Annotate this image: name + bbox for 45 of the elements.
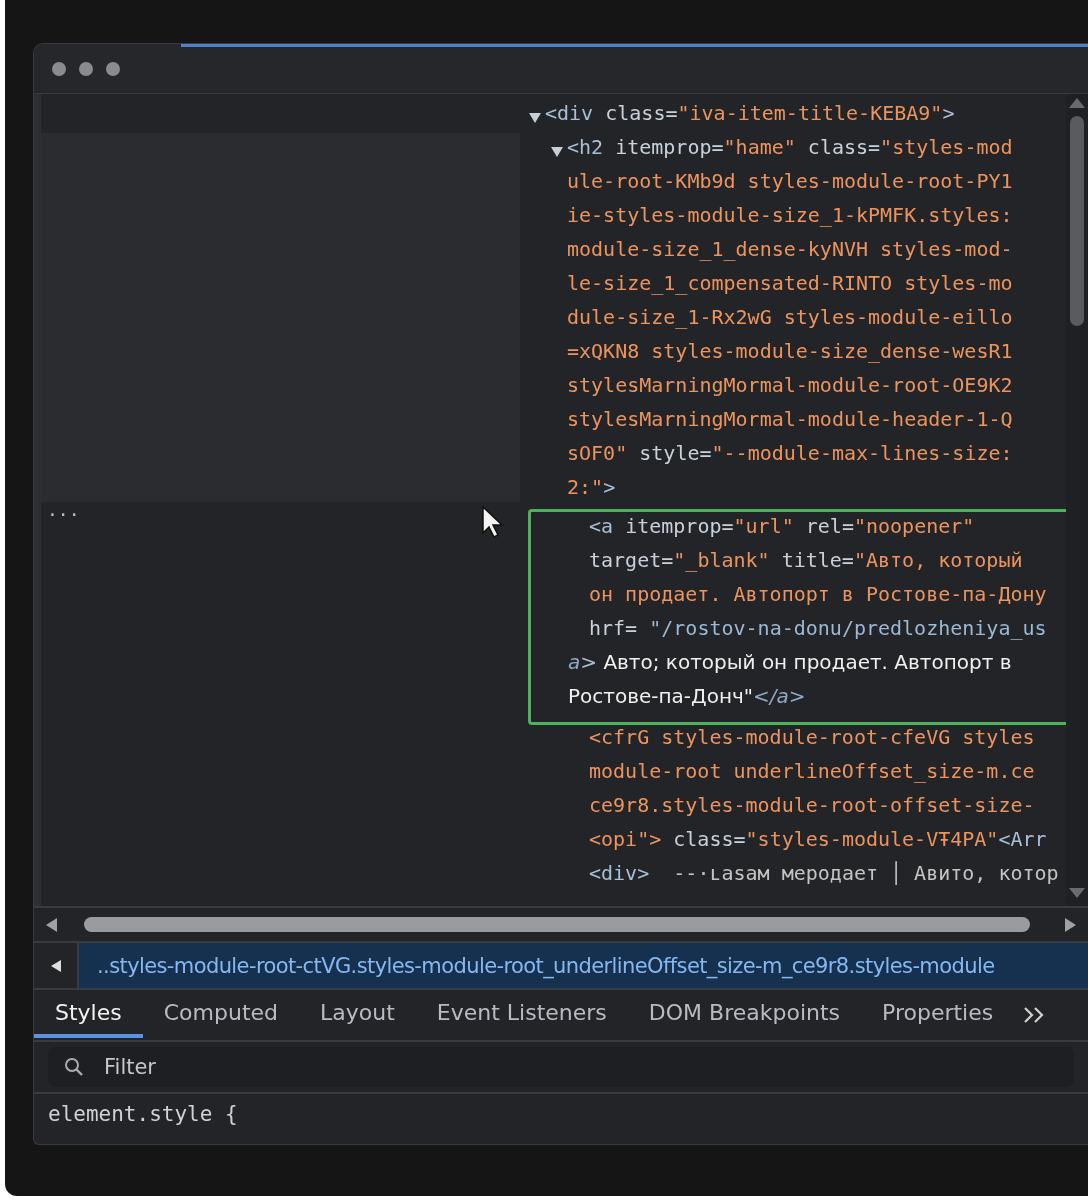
code-line: hrf= "/rostov-na-donu/predlozheniya_us	[588, 616, 1047, 642]
search-icon	[64, 1057, 84, 1077]
back-arrow-icon[interactable]	[49, 958, 62, 973]
code-line: ule-root-KMb9d styles-module-root-PY1	[566, 169, 1013, 195]
code-line: <cfrG styles-module-root-cfeVG styles	[588, 725, 1035, 751]
code-line: ce9r8.styles-module-root-offset-size-	[588, 793, 1035, 819]
scrollbar-thumb[interactable]	[1070, 116, 1084, 326]
code-line: stylesMarningMormal-module-header-1-Q	[566, 407, 1013, 433]
panel-tab[interactable]: Styles	[34, 990, 143, 1038]
code-line: le-size_1_compensated-RINTO styles-mo	[566, 271, 1013, 297]
code-line: sOF0" style="--module-max-lines-size:	[566, 441, 1013, 467]
code-line: module-root underlineOffset_size-m.ce	[588, 759, 1035, 785]
code-line: stylesMarningMormal-module-root-OE9K2	[566, 373, 1013, 399]
code-line: =xQKN8 styles-module-size_dense-wesR1	[566, 339, 1013, 365]
cursor-icon	[481, 505, 505, 539]
code-line: <div class="iva-item-title-KEBA9">	[545, 101, 955, 127]
code-line: Ростове-па-Донч"</a>	[567, 684, 806, 710]
expand-triangle-icon[interactable]	[550, 146, 564, 158]
code-line: он продает. Автопорт в Ростове-па-Дону	[588, 582, 1047, 608]
code-line: <div> --·ʟasaм мерoдает │ Авито, котор	[588, 861, 1059, 887]
code-line: ie-styles-module-size_1-kPMFK.styles:	[566, 203, 1013, 229]
scrollbar-thumb[interactable]	[84, 917, 1030, 932]
scroll-left-icon[interactable]	[44, 916, 58, 933]
code-line: target="_blank" title="Авто, который	[588, 548, 1023, 574]
expand-triangle-icon[interactable]	[528, 112, 542, 124]
panel-tab[interactable]: Computed	[142, 990, 300, 1038]
scroll-right-icon[interactable]	[1064, 916, 1078, 933]
panel-tab[interactable]: DOM Breakpoints	[627, 990, 862, 1038]
code-line: 2:">	[566, 475, 616, 501]
panel-tab[interactable]: Event Listeners	[415, 990, 628, 1038]
code-line: <h2 itemprop="hame" class="styles-mod	[567, 135, 1013, 161]
panel-tab[interactable]: Properties	[861, 990, 1015, 1038]
code-line: <a itemprop="url" rel="noopener"	[588, 514, 975, 540]
gutter-marker: ...	[47, 499, 80, 520]
window-control[interactable]	[79, 61, 93, 76]
code-line: module-size_1_dense-kyNVH styles-mod-	[566, 237, 1013, 263]
code-line: a> Авто; который он продает. Автопорт в	[567, 650, 1012, 676]
filter-field[interactable]: Filter	[48, 1047, 1074, 1087]
panel-tab[interactable]: Layout	[299, 990, 416, 1038]
breadcrumb-path[interactable]: ..styles-module-root-ctVG.styles-module-root_underlineOffset_size-m_ce9r8.styles-module	[79, 943, 1088, 988]
code-line: dule-size_1-Rx2wG styles-module-eillo	[566, 305, 1013, 331]
window-control[interactable]	[52, 61, 66, 76]
code-line: <opi"> class="styles-module-VŦ4PA"<Arr	[588, 827, 1047, 853]
window-control[interactable]	[106, 61, 120, 76]
style-rule: element.style {	[47, 1101, 239, 1126]
